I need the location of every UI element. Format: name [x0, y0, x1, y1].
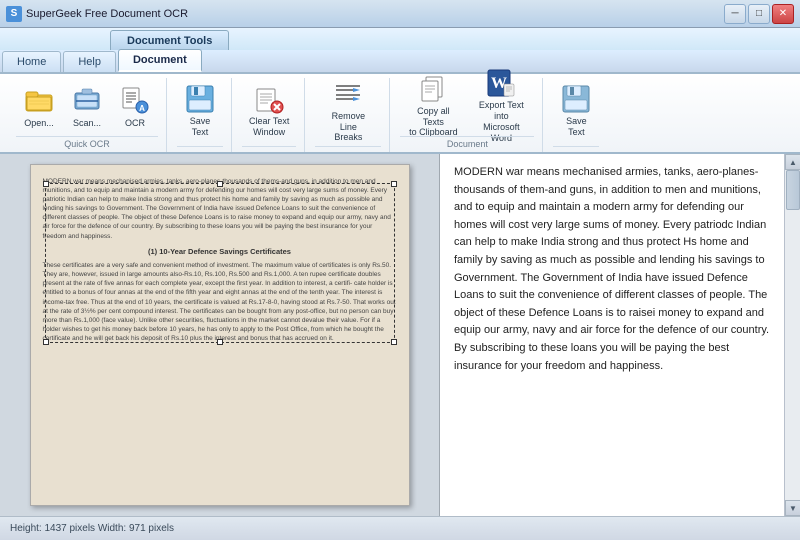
- ocr-icon: A: [119, 84, 151, 116]
- linebreak-group-label: [315, 146, 381, 152]
- save-text-button[interactable]: SaveText: [177, 83, 223, 139]
- document-image: MODERN war means mechanised armies, tank…: [30, 164, 410, 506]
- status-text: Height: 1437 pixels Width: 971 pixels: [10, 523, 174, 534]
- ocr-label: OCR: [125, 118, 145, 129]
- copy-icon: [417, 74, 449, 104]
- main-area: MODERN war means mechanised armies, tank…: [0, 154, 800, 516]
- ribbon-group-quick-ocr: Open... Scan...: [8, 78, 167, 152]
- save2-buttons: SaveText: [553, 78, 599, 144]
- clear-text-button[interactable]: Clear TextWindow: [242, 83, 296, 139]
- remove-breaks-label: Remove LineBreaks: [322, 111, 374, 143]
- save-text-label: SaveText: [190, 116, 211, 138]
- remove-breaks-button[interactable]: Remove LineBreaks: [315, 83, 381, 139]
- scroll-thumb[interactable]: [786, 170, 800, 210]
- ribbon-group-document: Copy all Textsto Clipboard W Export Text…: [392, 78, 543, 152]
- save-group-label: [177, 146, 223, 152]
- save-icon: [184, 84, 216, 114]
- window-title: SuperGeek Free Document OCR: [26, 8, 188, 20]
- document-image-panel[interactable]: MODERN war means mechanised armies, tank…: [0, 154, 440, 516]
- scroll-down-arrow[interactable]: ▼: [785, 500, 800, 516]
- export-word-button[interactable]: W Export Text intoMicrosoft Word: [468, 78, 534, 134]
- open-label: Open...: [24, 118, 54, 129]
- clear-buttons: Clear TextWindow: [242, 78, 296, 144]
- scan-label: Scan...: [73, 118, 101, 129]
- ocr-text-panel[interactable]: MODERN war means mechanised armies, tank…: [440, 154, 784, 516]
- ribbon-group-save: SaveText: [169, 78, 232, 152]
- ribbon-group-linebreaks: Remove LineBreaks: [307, 78, 390, 152]
- doc-tools-label: Document Tools: [110, 30, 229, 50]
- scan-icon: [71, 84, 103, 116]
- ocr-button[interactable]: A OCR: [112, 78, 158, 134]
- tab-row: Home Help Document: [0, 50, 800, 74]
- quick-ocr-buttons: Open... Scan...: [16, 78, 158, 134]
- window-controls[interactable]: ─ □ ✕: [724, 4, 794, 24]
- ribbon-group-save2: SaveText: [545, 78, 607, 152]
- right-panel-container: MODERN war means mechanised armies, tank…: [440, 154, 800, 516]
- handle-tr[interactable]: [391, 181, 397, 187]
- ribbon-group-clear: Clear TextWindow: [234, 78, 305, 152]
- tab-home[interactable]: Home: [2, 51, 61, 72]
- maximize-button[interactable]: □: [748, 4, 770, 24]
- handle-tm[interactable]: [217, 181, 223, 187]
- status-bar: Height: 1437 pixels Width: 971 pixels: [0, 516, 800, 540]
- save-text-label2: SaveText: [566, 116, 587, 138]
- save-text-button2[interactable]: SaveText: [553, 83, 599, 139]
- close-button[interactable]: ✕: [772, 4, 794, 24]
- document-group-label: Document: [400, 136, 534, 152]
- handle-bl[interactable]: [43, 339, 49, 345]
- ribbon: Open... Scan...: [0, 74, 800, 154]
- handle-tl[interactable]: [43, 181, 49, 187]
- save2-icon: [560, 84, 592, 114]
- tab-document[interactable]: Document: [118, 49, 202, 72]
- save2-group-label: [553, 146, 599, 152]
- selection-box: [45, 183, 395, 343]
- save-buttons: SaveText: [177, 78, 223, 144]
- right-scrollbar[interactable]: ▲ ▼: [784, 154, 800, 516]
- folder-open-icon: [23, 84, 55, 116]
- word-icon: W: [485, 68, 517, 98]
- scan-button[interactable]: Scan...: [64, 78, 110, 134]
- remove-breaks-icon: [332, 79, 364, 109]
- quick-ocr-group-label: Quick OCR: [16, 136, 158, 152]
- clear-text-label: Clear TextWindow: [249, 116, 289, 138]
- tab-help[interactable]: Help: [63, 51, 116, 72]
- clear-icon: [253, 84, 285, 114]
- svg-text:A: A: [139, 104, 145, 113]
- scroll-up-arrow[interactable]: ▲: [785, 154, 800, 170]
- doc-tools-bar: Document Tools: [0, 28, 800, 50]
- scroll-track: [785, 170, 800, 500]
- handle-bm[interactable]: [217, 339, 223, 345]
- title-bar: S SuperGeek Free Document OCR ─ □ ✕: [0, 0, 800, 28]
- title-bar-left: S SuperGeek Free Document OCR: [6, 6, 188, 22]
- clear-group-label: [242, 146, 296, 152]
- handle-br[interactable]: [391, 339, 397, 345]
- document-buttons: Copy all Textsto Clipboard W Export Text…: [400, 78, 534, 134]
- copy-all-label: Copy all Textsto Clipboard: [407, 106, 459, 138]
- linebreak-buttons: Remove LineBreaks: [315, 78, 381, 144]
- open-button[interactable]: Open...: [16, 78, 62, 134]
- app-icon: S: [6, 6, 22, 22]
- copy-all-button[interactable]: Copy all Textsto Clipboard: [400, 78, 466, 134]
- minimize-button[interactable]: ─: [724, 4, 746, 24]
